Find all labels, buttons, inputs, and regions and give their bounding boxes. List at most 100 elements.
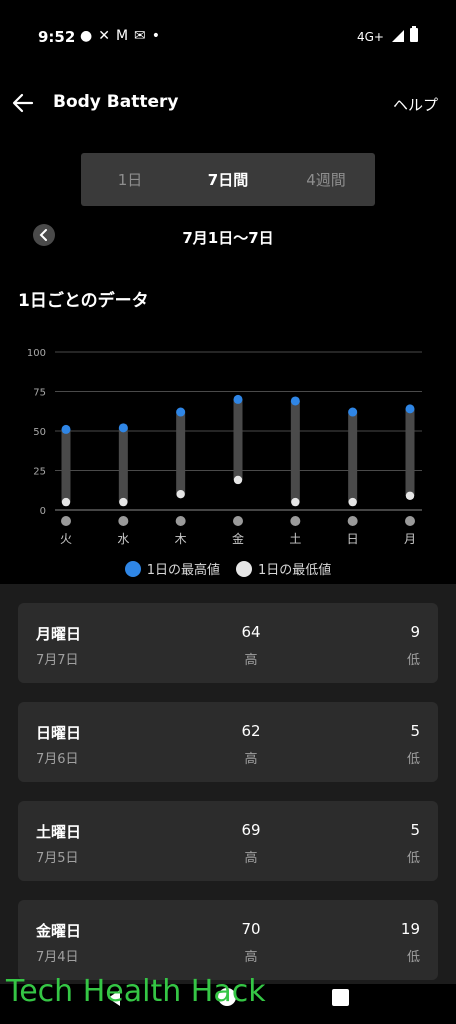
x-icon: ✕ — [98, 28, 116, 44]
page-title: Body Battery — [53, 92, 179, 112]
range-bar — [118, 427, 128, 503]
card-low-value: 9 — [410, 623, 420, 641]
arrow-left-icon — [12, 93, 34, 113]
x-tick-label: 金 — [232, 531, 244, 546]
day-card-friday[interactable]: 金曜日 7月4日 70 高 19 低 — [18, 900, 438, 980]
legend-high-dot — [124, 560, 141, 577]
card-low-label: 低 — [406, 851, 420, 866]
help-link[interactable]: ヘルプ — [393, 94, 438, 115]
card-date: 7月7日 — [36, 653, 79, 668]
low-point — [119, 497, 128, 507]
card-high-label: 高 — [244, 653, 258, 668]
card-low-value: 5 — [410, 821, 420, 839]
range-bar — [290, 400, 300, 503]
card-high-value: 64 — [241, 623, 261, 641]
card-high-value: 62 — [241, 722, 261, 740]
x-tick-label: 水 — [117, 532, 129, 546]
high-point — [61, 424, 71, 434]
status-time: 9:52 — [38, 28, 76, 46]
x-tick-label: 火 — [60, 532, 72, 546]
chat-icon: ● — [80, 28, 99, 44]
card-high-value: 69 — [241, 821, 261, 839]
legend-high-label: 1日の最高値 — [146, 563, 220, 578]
nav-recents-icon[interactable] — [332, 989, 349, 1006]
day-marker — [118, 516, 129, 526]
low-point — [405, 491, 415, 500]
dot-icon: • — [151, 28, 167, 44]
card-low-label: 低 — [406, 752, 420, 767]
low-point — [233, 475, 243, 485]
card-date: 7月5日 — [36, 851, 79, 866]
high-point — [348, 407, 358, 417]
x-tick-label: 月 — [404, 532, 416, 546]
range-bar — [176, 412, 186, 495]
high-point — [405, 404, 415, 414]
legend-high: 1日の最高値 — [124, 559, 220, 578]
card-date: 7月6日 — [36, 752, 79, 767]
day-marker — [175, 516, 186, 526]
x-tick-label: 土 — [289, 532, 301, 546]
status-bar: 9:52 ●✕M✉• 4G+ — [0, 0, 456, 72]
y-tick-label: 25 — [33, 467, 46, 478]
tab-4-weeks[interactable]: 4週間 — [277, 169, 375, 190]
day-marker — [233, 516, 243, 526]
date-range: 7月1日〜7日 — [182, 229, 274, 247]
day-marker — [347, 516, 358, 526]
y-tick-label: 50 — [33, 427, 46, 438]
low-point — [291, 497, 300, 507]
y-tick-label: 100 — [27, 348, 46, 359]
gmail-icon: M — [115, 28, 135, 44]
card-high-label: 高 — [244, 752, 258, 767]
day-card-monday[interactable]: 月曜日 7月7日 64 高 9 低 — [18, 603, 438, 683]
high-point — [290, 396, 300, 406]
day-marker — [405, 516, 415, 526]
x-tick-label: 木 — [175, 532, 187, 546]
day-marker — [290, 516, 301, 526]
legend-low: 1日の最低値 — [236, 559, 331, 578]
card-low-value: 5 — [410, 722, 420, 740]
x-tick-label: 日 — [347, 532, 359, 546]
high-point — [118, 423, 128, 433]
watermark-text: Tech Health Hack — [6, 974, 266, 1009]
range-bar — [348, 412, 358, 503]
card-low-label: 低 — [406, 653, 420, 668]
daily-list: 月曜日 7月7日 64 高 9 低 日曜日 7月6日 62 高 5 低 土曜日 … — [0, 584, 456, 984]
card-day: 日曜日 — [36, 724, 82, 742]
legend-low-dot — [236, 560, 252, 577]
legend-low-label: 1日の最低値 — [258, 563, 332, 578]
back-button[interactable] — [10, 90, 36, 116]
battery-icon — [410, 26, 418, 42]
card-high-label: 高 — [244, 851, 258, 866]
range-bar — [61, 429, 71, 503]
signal-icon — [392, 30, 404, 42]
card-day: 金曜日 — [36, 922, 82, 940]
chart-legend: 1日の最高値 1日の最低値 — [0, 559, 456, 578]
tab-7-days[interactable]: 7日間 — [179, 169, 277, 190]
y-tick-label: 75 — [33, 388, 46, 399]
card-low-value: 19 — [400, 920, 420, 938]
period-selector: 1日 7日間 4週間 — [81, 153, 375, 206]
range-bar — [405, 408, 415, 496]
day-marker — [61, 516, 71, 526]
mail-icon: ✉ — [134, 28, 152, 44]
high-point — [176, 407, 186, 417]
low-point — [348, 497, 357, 507]
day-card-saturday[interactable]: 土曜日 7月5日 69 高 5 低 — [18, 801, 438, 881]
low-point — [61, 497, 71, 507]
y-tick-label: 0 — [40, 506, 46, 517]
network-type: 4G+ — [357, 30, 384, 44]
notification-icons: ●✕M✉• — [80, 28, 166, 44]
tab-1-day[interactable]: 1日 — [81, 169, 179, 190]
card-high-label: 高 — [244, 950, 258, 965]
range-bar — [233, 399, 243, 480]
card-date: 7月4日 — [36, 950, 79, 965]
low-point — [176, 490, 185, 499]
section-title: 1日ごとのデータ — [18, 291, 149, 311]
card-day: 月曜日 — [36, 625, 82, 643]
card-low-label: 低 — [406, 950, 420, 965]
card-high-value: 70 — [241, 920, 261, 938]
day-card-sunday[interactable]: 日曜日 7月6日 62 高 5 低 — [18, 702, 438, 782]
high-point — [233, 394, 243, 404]
card-day: 土曜日 — [36, 823, 82, 841]
body-battery-chart: 0 25 50 75 100 火 水 木 金 土 日 月 — [27, 348, 422, 546]
